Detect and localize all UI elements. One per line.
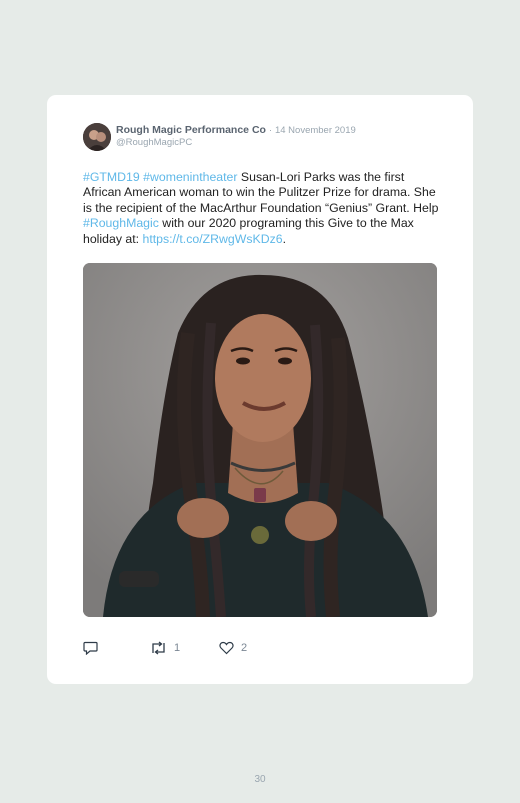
separator: · [268, 125, 273, 136]
avatar[interactable] [83, 123, 111, 151]
retweet-count: 1 [174, 642, 181, 654]
like-button[interactable]: 2 [219, 640, 247, 656]
tweet-text-segment: . [282, 231, 286, 246]
tweet-date[interactable]: 14 November 2019 [275, 125, 356, 136]
tweet-card: Rough Magic Performance Co · 14 November… [47, 95, 473, 684]
hashtag-roughmagic[interactable]: #RoughMagic [83, 216, 159, 230]
page-number: 30 [254, 774, 266, 785]
retweet-button[interactable]: 1 [150, 640, 180, 656]
retweet-icon [150, 641, 167, 655]
tweet-url-link[interactable]: https://t.co/ZRwgWsKDz6 [142, 232, 282, 246]
like-count: 2 [241, 642, 248, 654]
tweet-actions: 1 2 [83, 640, 443, 656]
hashtag-gtmd19[interactable]: #GTMD19 [83, 170, 140, 184]
reply-button[interactable] [83, 640, 98, 656]
heart-icon [219, 641, 234, 655]
reply-icon [83, 641, 98, 655]
author-handle[interactable]: @RoughMagicPC [116, 137, 456, 149]
tweet-header: Rough Magic Performance Co · 14 November… [116, 124, 456, 149]
tweet-text: #GTMD19 #womenintheater Susan-Lori Parks… [83, 170, 443, 247]
hashtag-womenintheater[interactable]: #womenintheater [143, 170, 237, 184]
tweet-photo[interactable] [83, 263, 437, 617]
author-name[interactable]: Rough Magic Performance Co [116, 124, 266, 136]
